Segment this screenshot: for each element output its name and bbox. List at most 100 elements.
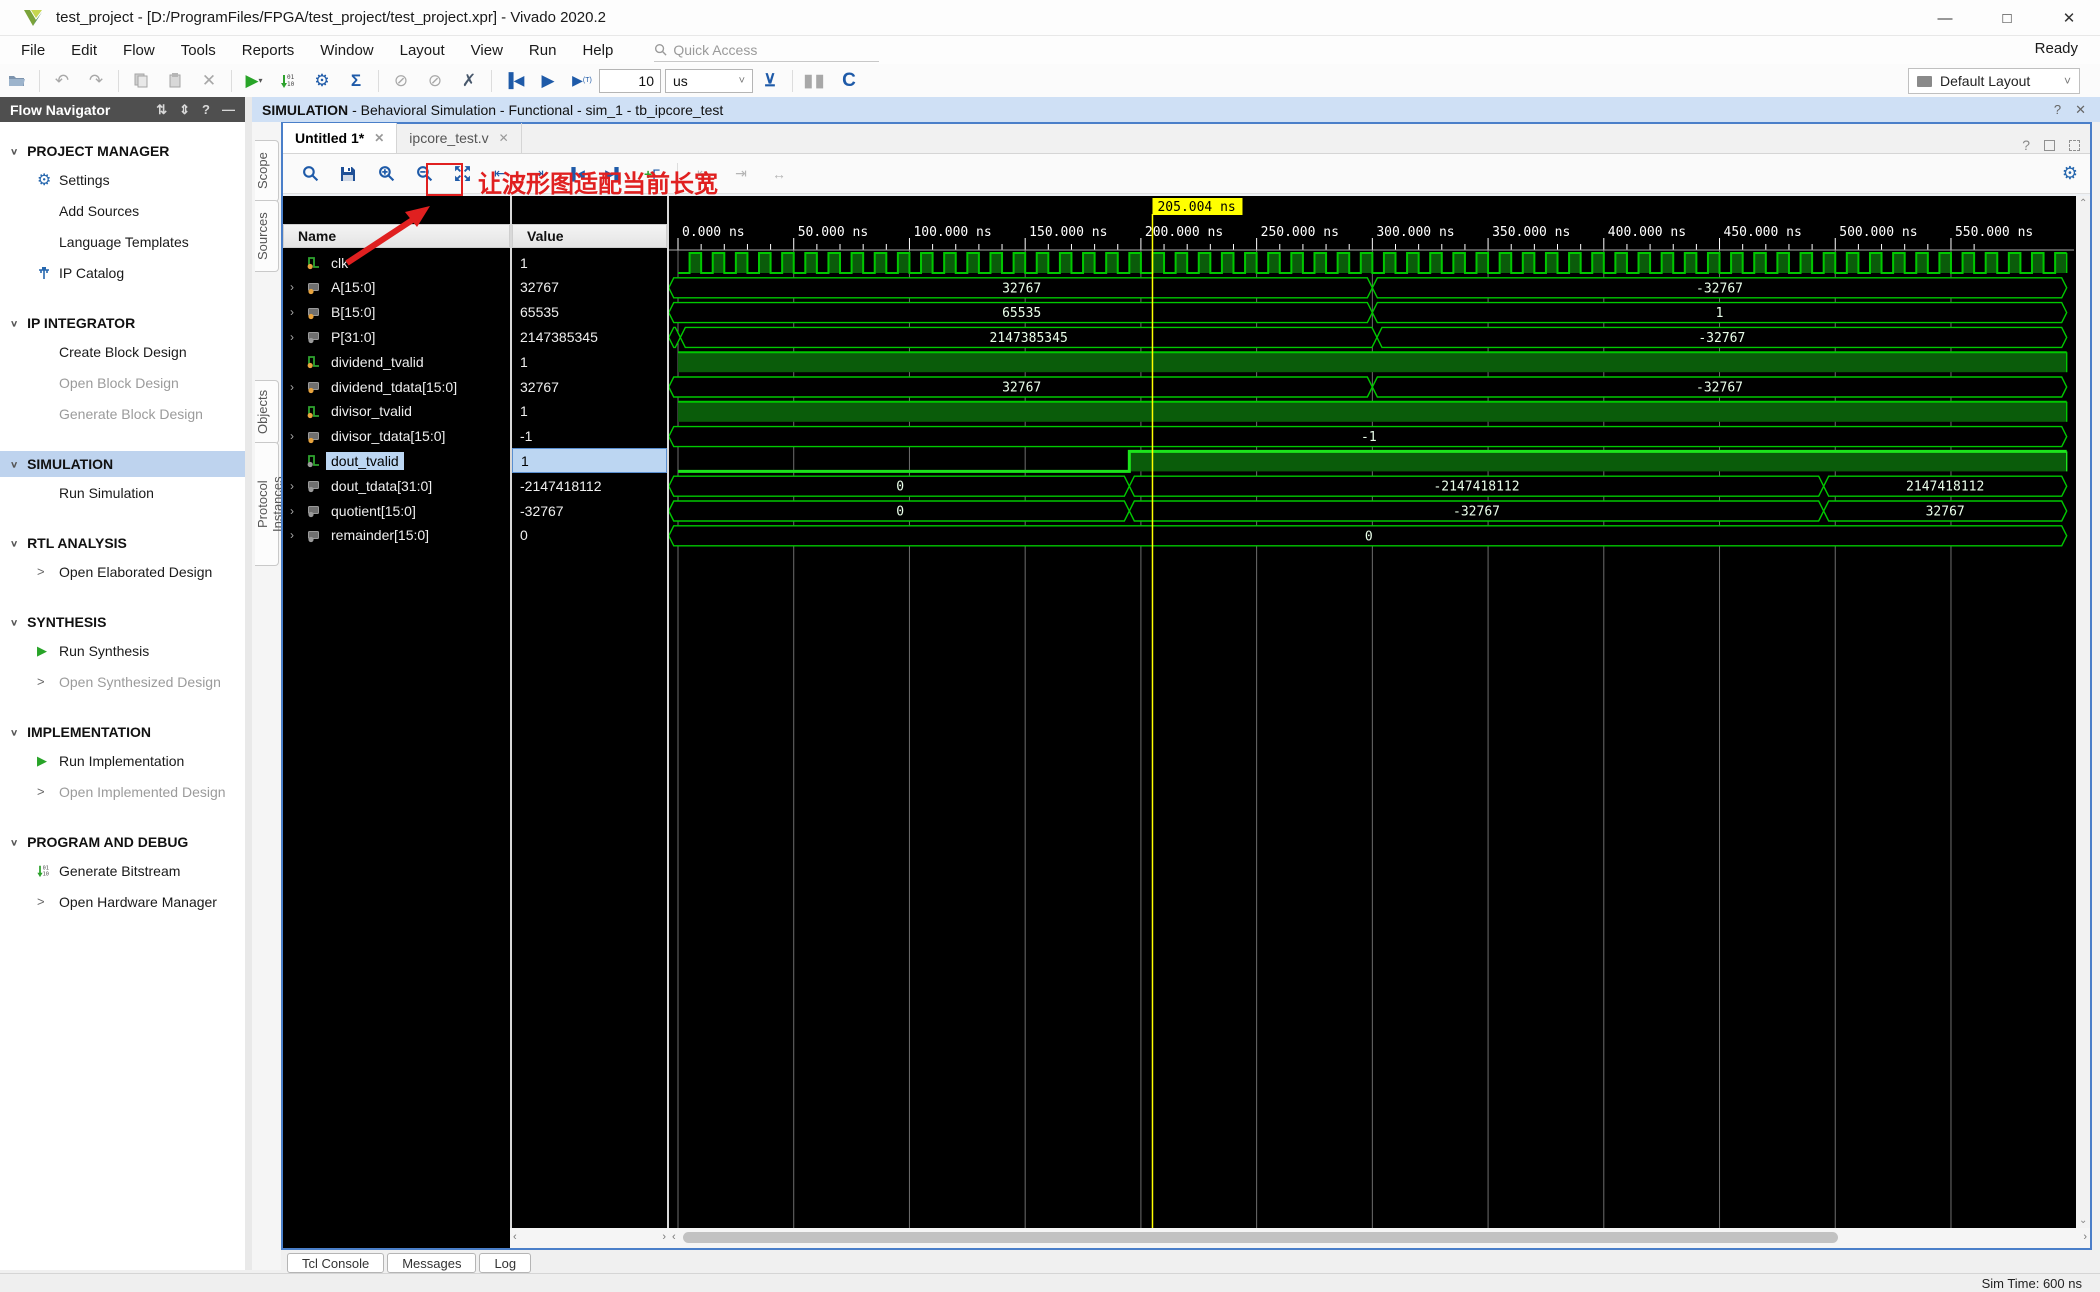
find-icon[interactable] [295,159,325,189]
flow-item-open-implemented-design[interactable]: > Open Implemented Design [0,776,245,807]
flow-item-run-implementation[interactable]: ▶ Run Implementation [0,745,245,776]
scroll-right-icon[interactable]: › [662,1231,666,1243]
header-close-icon[interactable]: ✕ [2075,102,2086,118]
scroll-down-icon[interactable]: ⌄ [2079,1215,2087,1226]
flow-section-title-rtl-analysis[interactable]: ∨ RTL ANALYSIS [0,530,245,556]
signal-value-dividend-tvalid[interactable]: 1 [512,349,667,374]
flow-item-generate-bitstream[interactable]: 01 10 Generate Bitstream [0,855,245,886]
signal-value-divisor-tvalid[interactable]: 1 [512,399,667,424]
menu-tools[interactable]: Tools [168,39,229,62]
side-tab-objects[interactable]: Objects [255,380,279,444]
signal-row-remainder-15-0[interactable]: › remainder[15:0] [283,523,510,548]
generate-bitstream-icon[interactable]: 01 10 [273,67,303,95]
flow-item-generate-block-design[interactable]: Generate Block Design [0,398,245,429]
flow-item-ip-catalog[interactable]: IP Catalog [0,257,245,288]
doc-tab-ipcore-test-v[interactable]: ipcore_test.v ✕ [397,123,522,153]
signal-row-dout-tvalid[interactable]: dout_tvalid [283,448,510,473]
help-icon[interactable]: ? [202,102,210,118]
bottom-tab-messages[interactable]: Messages [387,1253,477,1273]
open-recent-icon[interactable] [2,67,32,95]
name-column-header[interactable]: Name [283,224,510,248]
side-tab-scope[interactable]: Scope [255,140,279,202]
minimize-panel-icon[interactable]: — [222,102,235,118]
wave-settings-gear-icon[interactable]: ⚙ [2062,163,2078,184]
signal-row-p-31-0[interactable]: › P[31:0] [283,324,510,349]
bottom-tab-log[interactable]: Log [479,1253,532,1273]
menu-file[interactable]: File [8,39,58,62]
waveform-canvas[interactable]: 0.000 ns 50.000 ns 100.000 ns 150.000 ns 200… [669,196,2074,1228]
signal-value-quotient-15-0[interactable]: -32767 [512,498,667,523]
expand-chevron-icon[interactable]: › [290,504,306,518]
swap-cursors-icon[interactable]: ↔ [764,159,794,189]
flow-section-title-program-and-debug[interactable]: ∨ PROGRAM AND DEBUG [0,829,245,855]
restart-simulation-icon[interactable]: ▐◀ [499,67,529,95]
clear-breakpoints-icon[interactable]: ⊘ [420,67,450,95]
menu-help[interactable]: Help [569,39,626,62]
signal-value-divisor-tdata-15-0[interactable]: -1 [512,424,667,449]
tab-help-icon[interactable]: ? [2022,137,2030,153]
paste-icon[interactable] [160,67,190,95]
signal-row-b-15-0[interactable]: › B[15:0] [283,300,510,325]
signal-row-dividend-tvalid[interactable]: dividend_tvalid [283,349,510,374]
signal-value-b-15-0[interactable]: 65535 [512,300,667,325]
quick-access-search[interactable]: Quick Access [654,38,880,62]
copy-icon[interactable] [126,67,156,95]
flow-section-title-implementation[interactable]: ∨ IMPLEMENTATION [0,719,245,745]
redo-icon[interactable]: ↷ [81,67,111,95]
close-tab-icon[interactable]: ✕ [374,131,384,145]
value-column-header[interactable]: Value [512,224,667,248]
doc-tab-untitled-1[interactable]: Untitled 1* ✕ [283,123,398,153]
run-for-time-icon[interactable]: ▶ (T) [567,67,597,95]
waveform-plot-panel[interactable]: 0.000 ns 50.000 ns 100.000 ns 150.000 ns 200… [667,196,2076,1228]
undo-icon[interactable]: ↶ [47,67,77,95]
settings-gear-icon[interactable]: ⚙ [307,67,337,95]
flow-item-open-hardware-manager[interactable]: > Open Hardware Manager [0,886,245,917]
signal-row-quotient-15-0[interactable]: › quotient[15:0] [283,498,510,523]
menu-flow[interactable]: Flow [110,39,168,62]
menu-reports[interactable]: Reports [229,39,308,62]
expand-chevron-icon[interactable]: › [290,330,306,344]
signal-row-a-15-0[interactable]: › A[15:0] [283,275,510,300]
signal-row-clk[interactable]: clk [283,250,510,275]
signal-value-a-15-0[interactable]: 32767 [512,275,667,300]
run-all-icon[interactable]: ▶ [533,67,563,95]
sim-runtime-input[interactable] [599,68,661,93]
flow-section-title-simulation[interactable]: ∨ SIMULATION [0,451,245,477]
flow-section-title-synthesis[interactable]: ∨ SYNTHESIS [0,609,245,635]
delete-icon[interactable]: ✕ [194,67,224,95]
signal-value-clk[interactable]: 1 [512,250,667,275]
expand-chevron-icon[interactable]: › [290,305,306,319]
flow-item-open-synthesized-design[interactable]: > Open Synthesized Design [0,666,245,697]
signal-row-dividend-tdata-15-0[interactable]: › dividend_tdata[15:0] [283,374,510,399]
signal-value-p-31-0[interactable]: 2147385345 [512,324,667,349]
minimize-button[interactable]: — [1914,0,1976,36]
step-icon[interactable]: ⊻ [755,67,785,95]
flow-item-settings[interactable]: ⚙ Settings [0,164,245,195]
panel-splitter[interactable] [245,97,252,1270]
save-icon[interactable] [333,159,363,189]
scroll-left-icon[interactable]: ‹ [513,1231,517,1243]
delete-breakpoints-icon[interactable]: ✗ [454,67,484,95]
signal-value-dividend-tdata-15-0[interactable]: 32767 [512,374,667,399]
sigma-report-icon[interactable]: Σ [341,67,371,95]
run-icon[interactable]: ▶ ▾ [239,67,269,95]
bottom-tab-tcl-console[interactable]: Tcl Console [287,1253,385,1273]
scrollbar-thumb[interactable] [683,1232,1838,1243]
wave-hscrollbar[interactable]: ‹ › [669,1228,2090,1248]
signal-row-divisor-tvalid[interactable]: divisor_tvalid [283,399,510,424]
float-window-icon[interactable] [2044,139,2055,151]
flow-item-open-elaborated-design[interactable]: > Open Elaborated Design [0,556,245,587]
values-hscrollbar[interactable]: ‹ › [510,1228,669,1248]
scroll-up-icon[interactable]: ⌃ [2079,198,2087,209]
maximize-button[interactable]: □ [1976,0,2038,36]
header-help-icon[interactable]: ? [2054,102,2061,118]
zoom-in-icon[interactable] [371,159,401,189]
side-tab-sources[interactable]: Sources [255,200,279,272]
flow-item-open-block-design[interactable]: Open Block Design [0,367,245,398]
expand-chevron-icon[interactable]: › [290,380,306,394]
breakpoint-icon[interactable]: ⊘ [386,67,416,95]
menu-run[interactable]: Run [516,39,570,62]
menu-window[interactable]: Window [307,39,386,62]
expand-chevron-icon[interactable]: › [290,528,306,542]
flow-item-language-templates[interactable]: Language Templates [0,226,245,257]
